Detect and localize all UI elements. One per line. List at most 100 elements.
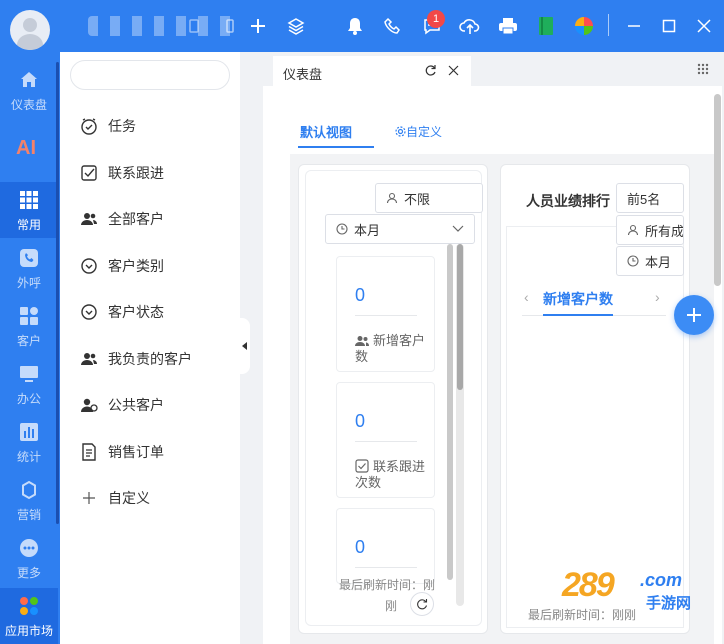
- nav-item-statistics[interactable]: 统计: [0, 414, 58, 470]
- stat-card-follow-ups[interactable]: 0 联系跟进次数: [336, 382, 435, 498]
- tool-icon[interactable]: [182, 14, 206, 38]
- nav-label: 客户: [16, 334, 41, 348]
- sidebar-item-my-customers[interactable]: 我负责的客户: [80, 347, 230, 371]
- notification-badge: 1: [427, 10, 445, 28]
- minimize-icon[interactable]: [622, 14, 646, 38]
- period-filter-select[interactable]: 本月: [325, 214, 475, 244]
- sidebar-menu: 任务 联系跟进 全部客户 客户类别 客户状态 我负责的客户 公共客户 销售订单 …: [60, 52, 240, 644]
- user-public-icon: [81, 398, 98, 412]
- stat-label: 新增客户数: [355, 333, 426, 364]
- nav-label: 更多: [16, 566, 41, 580]
- user-filter-select[interactable]: 不限: [375, 183, 483, 213]
- layers-icon[interactable]: [284, 14, 308, 38]
- monitor-icon: [20, 366, 38, 382]
- more-icon: [20, 539, 38, 557]
- book-icon[interactable]: [534, 14, 558, 38]
- colorful-app-icon[interactable]: [572, 14, 596, 38]
- top-n-select[interactable]: 前5名: [616, 183, 684, 213]
- checkbox-icon: [81, 165, 97, 181]
- sidebar-item-label: 公共客户: [108, 397, 164, 413]
- nav-label: 办公: [16, 392, 41, 406]
- clock-icon: [81, 118, 97, 135]
- refresh-icon[interactable]: [424, 64, 437, 77]
- plus-icon: [687, 308, 701, 322]
- clock-icon: [627, 255, 639, 267]
- period-filter-select[interactable]: 本月: [616, 246, 684, 276]
- grid-icon: [20, 191, 38, 209]
- close-icon[interactable]: [692, 14, 716, 38]
- maximize-icon[interactable]: [657, 14, 681, 38]
- select-value: 前5名: [627, 191, 661, 207]
- sidebar-item-sales-orders[interactable]: 销售订单: [80, 440, 230, 464]
- nav-item-app-market[interactable]: 应用市场: [0, 588, 58, 644]
- nav-label: 应用市场: [4, 624, 53, 638]
- sidebar-item-label: 销售订单: [108, 444, 164, 460]
- stat-card-third[interactable]: 0: [336, 508, 435, 584]
- toolbar-obscured: [88, 16, 238, 36]
- caret-left-icon: [241, 342, 247, 350]
- nav-item-dashboard[interactable]: 仪表盘: [0, 62, 58, 118]
- sidebar-item-label: 客户类别: [108, 258, 164, 274]
- sidebar-search-box[interactable]: [70, 60, 230, 90]
- add-icon[interactable]: [246, 14, 270, 38]
- users-icon: [355, 336, 369, 346]
- user-avatar[interactable]: [10, 10, 50, 50]
- nav-item-common[interactable]: 常用: [0, 182, 58, 238]
- nav-scrollbar[interactable]: [56, 62, 59, 524]
- nav-item-marketing[interactable]: 营销: [0, 472, 58, 528]
- select-value: 所有成: [645, 223, 684, 239]
- tab-dashboard[interactable]: 仪表盘: [273, 56, 471, 86]
- chevron-right-icon[interactable]: ›: [655, 289, 660, 305]
- circle-chevron-icon: [81, 304, 97, 320]
- left-nav: 仪表盘 AI 常用 外呼 客户 办公 统计 营销 更多 应用市场: [0, 52, 60, 644]
- nav-item-ai[interactable]: AI: [0, 122, 58, 178]
- last-refresh-text: 刚: [385, 599, 398, 613]
- apps-icon: [20, 307, 38, 325]
- plus-icon: [83, 492, 95, 504]
- tab-title: 仪表盘: [283, 67, 323, 82]
- tab-custom-view[interactable]: 自定义: [395, 123, 442, 140]
- close-icon[interactable]: [447, 64, 460, 77]
- circle-chevron-icon: [81, 258, 97, 274]
- sidebar-collapse-toggle[interactable]: [238, 318, 250, 374]
- refresh-icon: [417, 599, 428, 610]
- phone-icon[interactable]: [381, 14, 405, 38]
- sidebar-item-follow-up[interactable]: 联系跟进: [80, 161, 230, 185]
- market-icon: [20, 597, 38, 615]
- chevron-left-icon[interactable]: ‹: [524, 289, 529, 305]
- phone-icon: [20, 249, 38, 267]
- content-scrollbar[interactable]: [714, 94, 721, 286]
- sidebar-item-customer-status[interactable]: 客户状态: [80, 300, 230, 324]
- site-watermark: 289 .com 手游网: [562, 566, 702, 616]
- tool-icon[interactable]: [218, 14, 242, 38]
- tab-default-view[interactable]: 默认视图: [300, 122, 352, 141]
- nav-item-more[interactable]: 更多: [0, 530, 58, 586]
- printer-icon[interactable]: [496, 14, 520, 38]
- sidebar-item-tasks[interactable]: 任务: [80, 114, 230, 138]
- ranking-card-title: 人员业绩排行: [526, 193, 610, 209]
- nav-item-outbound[interactable]: 外呼: [0, 240, 58, 296]
- add-widget-button[interactable]: [674, 295, 714, 335]
- select-value: 本月: [645, 254, 672, 270]
- nav-item-customers[interactable]: 客户: [0, 298, 58, 354]
- nav-item-office[interactable]: 办公: [0, 356, 58, 412]
- select-value: 本月: [354, 222, 381, 238]
- nav-label: 常用: [16, 218, 41, 232]
- card-scrollbar-thumb[interactable]: [457, 244, 463, 390]
- sidebar-item-public-customers[interactable]: 公共客户: [80, 393, 230, 417]
- stat-card-new-customers[interactable]: 0 新增客户数: [336, 256, 435, 372]
- select-value: 不限: [404, 191, 431, 207]
- stats-scrollbar[interactable]: [447, 244, 453, 580]
- tab-new-customers[interactable]: 新增客户数: [543, 289, 613, 309]
- sidebar-item-customize[interactable]: 自定义: [80, 486, 230, 510]
- apps-grid-icon[interactable]: [697, 63, 709, 75]
- sidebar-item-label: 任务: [108, 118, 136, 134]
- stat-value: 0: [355, 411, 366, 431]
- bell-icon[interactable]: [343, 14, 367, 38]
- tab-label: 自定义: [406, 125, 443, 139]
- cloud-upload-icon[interactable]: [458, 14, 482, 38]
- sidebar-item-all-customers[interactable]: 全部客户: [80, 207, 230, 231]
- refresh-button[interactable]: [410, 592, 434, 616]
- sidebar-item-customer-category[interactable]: 客户类别: [80, 254, 230, 278]
- member-filter-select[interactable]: 所有成: [616, 215, 684, 245]
